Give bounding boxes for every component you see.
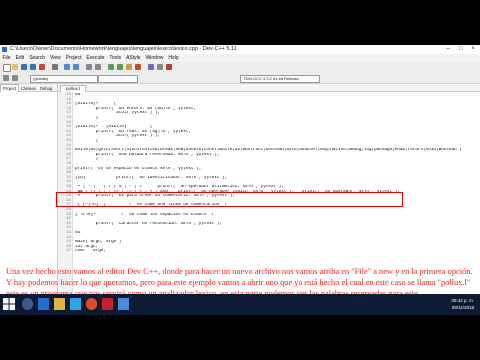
code-line: %% [75,93,81,97]
redo-icon[interactable] [73,64,79,70]
stop-icon[interactable] [166,64,172,70]
file-explorer-icon[interactable] [54,298,65,310]
menu-search[interactable]: Search [27,54,48,62]
code-line: [ \t\n]+ /* se come los espacios en blan… [75,212,215,217]
menu-view[interactable]: View [48,54,64,62]
tab-classes[interactable]: Classes [19,85,38,92]
compile-run-icon[interactable] [126,64,132,70]
menu-astyle[interactable]: AStyle [124,54,143,62]
print-icon[interactable] [52,64,58,70]
media-app-icon[interactable] [102,298,113,310]
save-all-icon[interactable] [30,64,36,70]
code-line: } [75,116,99,120]
compiler-select[interactable]: TDM-GCC 4.9.2 64-bit Release [240,74,320,83]
code-line: [ID] printf( "Un identificador: %s\n", y… [75,175,228,180]
title-bar: C:\Users\Owner\Documents\Homework\lengua… [0,45,480,54]
undo-icon[interactable] [64,64,70,70]
menu-window[interactable]: Window [143,54,166,62]
menu-bar: File Edit Search View Project Execute Tools ASt… [0,54,480,62]
function-select[interactable] [98,74,138,83]
editor-tabs: pollux.l [58,84,480,92]
chrome-icon[interactable] [86,298,97,310]
windows-start-icon[interactable] [3,298,15,310]
new-file-icon[interactable] [3,64,11,72]
compile-icon[interactable] [108,64,114,70]
scope-select[interactable]: (globals) [30,74,98,83]
secondary-toolbar: (globals) TDM-GCC 4.9.2 64-bit Release [0,73,480,84]
menu-execute[interactable]: Execute [84,54,107,62]
code-line: } [75,157,99,162]
save-icon[interactable] [21,64,27,70]
menu-edit[interactable]: Edit [13,54,27,62]
windows-taskbar: 08:42 p. m. 09/11/2018 [0,294,480,315]
reserved-words-highlight [56,192,403,207]
run-icon[interactable] [117,64,123,70]
taskbar-clock[interactable]: 08:42 p. m. 09/11/2018 [434,297,474,311]
menu-file[interactable]: File [0,54,13,62]
open-folder-icon[interactable] [12,64,18,70]
find-icon[interactable] [86,64,92,70]
code-line: } [75,139,99,143]
devcpp-app-icon [2,47,7,52]
clock-date: 09/11/2018 [451,305,474,310]
class-browser-icon[interactable] [12,75,18,81]
debug-icon[interactable] [148,64,154,70]
maximize-icon[interactable]: □ [455,45,467,54]
minimize-icon[interactable]: – [442,45,454,54]
devcpp-taskbar-icon[interactable] [118,298,129,310]
rebuild-icon[interactable] [135,64,141,70]
code-line: printf( "Es un espacio en blanco %s\n", … [75,166,202,171]
tab-project[interactable]: Project [0,84,20,92]
tab-pollux-l[interactable]: pollux.l [60,84,87,92]
close-file-icon[interactable] [39,64,45,70]
chart-icon[interactable] [157,64,163,70]
code-line: printf( "Caracter no reconocido: %s\n", … [75,221,222,226]
close-icon[interactable]: × [467,45,479,54]
store-icon[interactable] [70,298,81,310]
code-line: %% [75,231,81,235]
menu-help[interactable]: Help [166,54,181,62]
window-title: C:\Users\Owner\Documents\Homework\lengua… [10,46,237,52]
clock-time: 08:42 p. m. [451,298,474,303]
menu-tools[interactable]: Tools [107,54,124,62]
code-line: char **argv; [75,249,106,254]
tab-debug[interactable]: Debug [38,85,54,92]
new-project-icon[interactable] [3,75,9,81]
search-icon[interactable] [22,298,33,310]
menu-project[interactable]: Project [63,54,84,62]
edge-icon[interactable] [38,298,49,310]
line-number: 47 [66,249,71,254]
replace-icon[interactable] [95,64,101,70]
project-panel-tabs: Project Classes Debug [0,84,57,92]
